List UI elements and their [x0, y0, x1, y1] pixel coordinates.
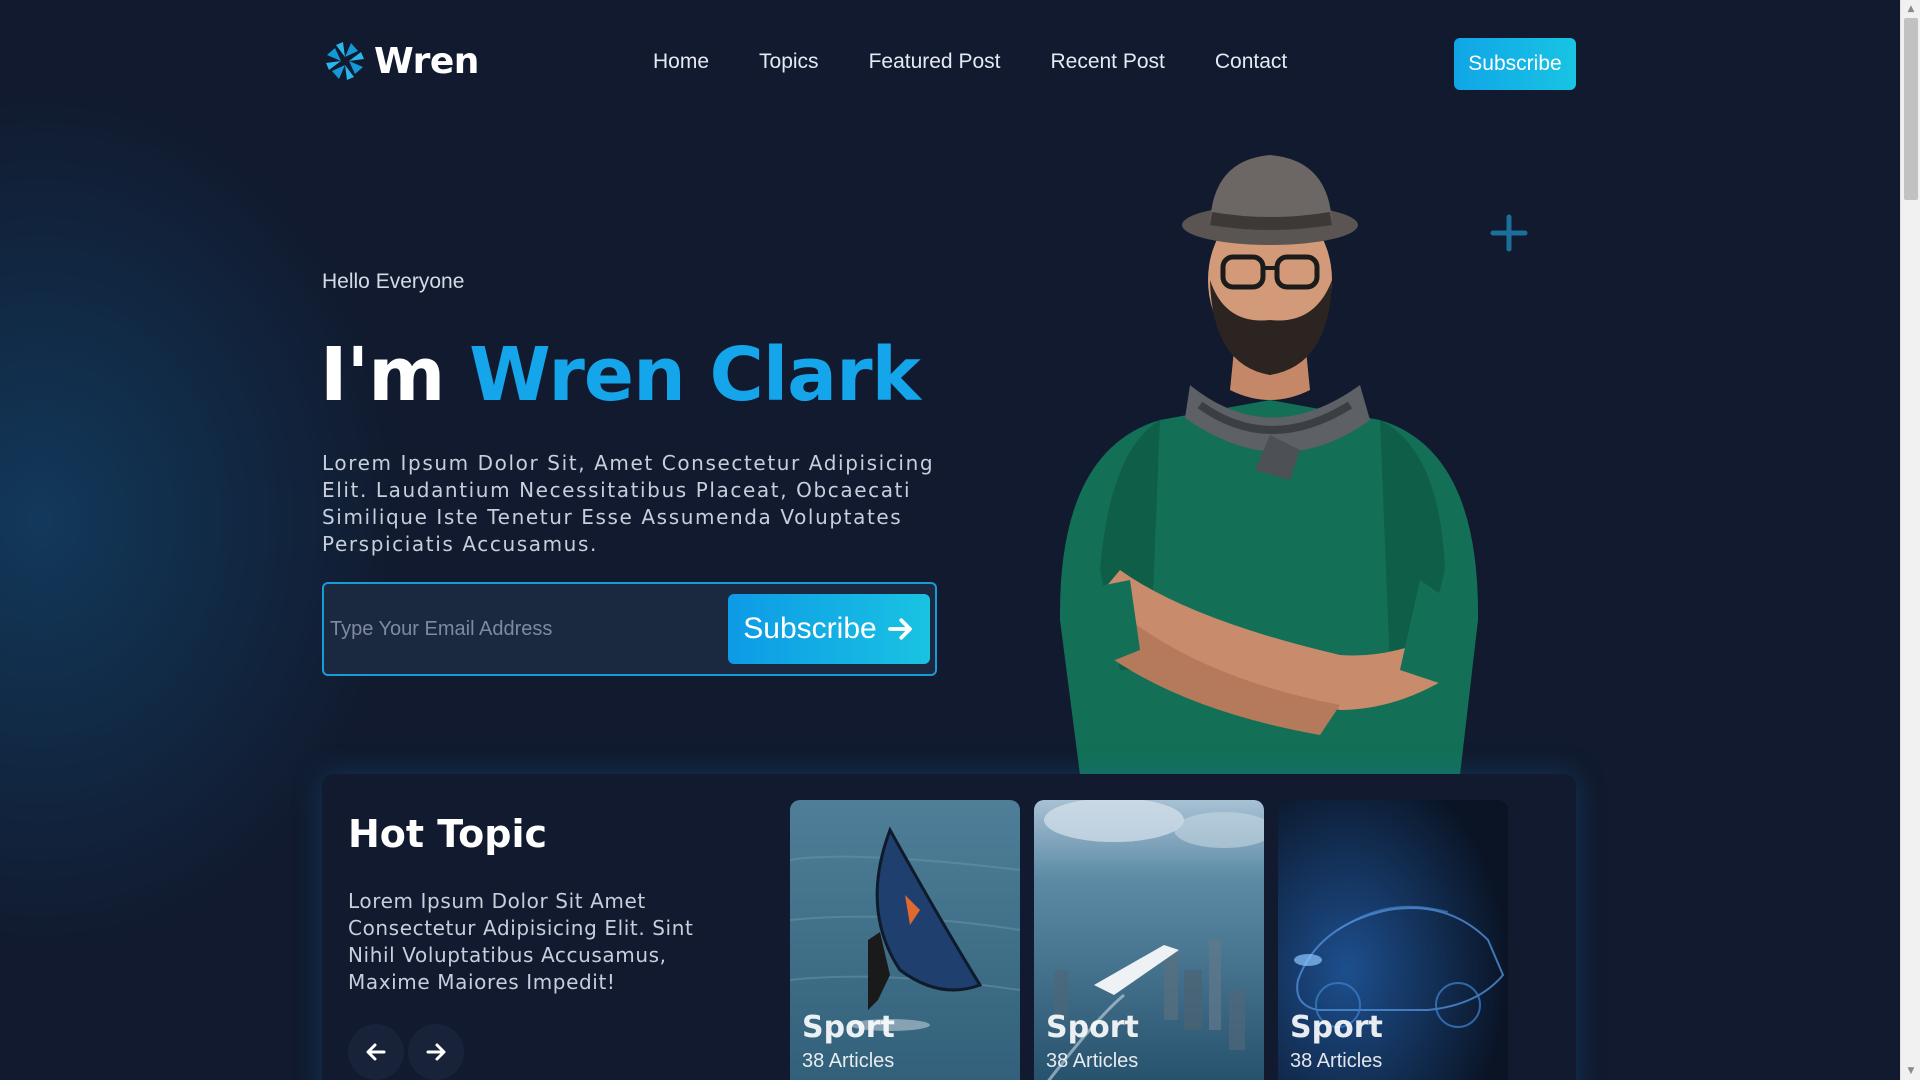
- hero-description: Lorem Ipsum Dolor Sit, Amet Consectetur …: [322, 451, 935, 556]
- nav-recent-post[interactable]: Recent Post: [1050, 50, 1164, 74]
- hot-topic-section: Hot Topic Lorem Ipsum Dolor Sit Amet Con…: [322, 774, 1576, 1080]
- arrow-right-icon: [426, 1043, 446, 1061]
- arrow-left-icon: [366, 1043, 386, 1061]
- topic-card-title: Sport: [802, 1010, 895, 1045]
- hot-topic-title: Hot Topic: [348, 812, 548, 856]
- scroll-down-icon[interactable]: ▼: [1901, 1062, 1920, 1080]
- nav-featured-post[interactable]: Featured Post: [869, 50, 1001, 74]
- hero-portrait-image: [1059, 155, 1479, 775]
- hero-title: I'm Wren Clark: [320, 332, 921, 418]
- brand-logo[interactable]: Wren: [322, 38, 479, 84]
- header-subscribe-button[interactable]: Subscribe: [1454, 38, 1576, 90]
- main-nav: Home Topics Featured Post Recent Post Co…: [653, 50, 1287, 74]
- arrow-right-icon: [887, 618, 912, 640]
- hot-topic-description: Lorem Ipsum Dolor Sit Amet Consectetur A…: [348, 889, 694, 994]
- topic-card[interactable]: Sport 38 Articles: [1034, 800, 1264, 1080]
- page: Wren Home Topics Featured Post Recent Po…: [0, 0, 1900, 1080]
- topic-card-count: 38 Articles: [802, 1050, 895, 1072]
- hero-greeting: Hello Everyone: [322, 270, 465, 293]
- email-subscribe-form: Subscribe: [322, 582, 937, 676]
- topic-card[interactable]: Sport 38 Articles: [1278, 800, 1508, 1080]
- email-input[interactable]: [330, 606, 710, 652]
- topic-card[interactable]: Sport 38 Articles: [790, 800, 1020, 1080]
- scroll-up-icon[interactable]: ▲: [1901, 0, 1920, 18]
- hero-subscribe-button[interactable]: Subscribe: [728, 594, 930, 664]
- nav-topics[interactable]: Topics: [759, 50, 819, 74]
- carousel-next-button[interactable]: [408, 1024, 464, 1080]
- logo-icon: [326, 42, 364, 80]
- nav-contact[interactable]: Contact: [1215, 50, 1287, 74]
- hero-subscribe-label: Subscribe: [743, 612, 877, 645]
- hero-title-prefix: I'm: [320, 332, 445, 418]
- brand-name: Wren: [374, 40, 479, 82]
- scrollbar-thumb[interactable]: [1904, 18, 1918, 200]
- topic-card-count: 38 Articles: [1290, 1050, 1383, 1072]
- topic-card-count: 38 Articles: [1046, 1050, 1139, 1072]
- hero-title-name: Wren Clark: [469, 332, 921, 418]
- topic-card-title: Sport: [1290, 1010, 1383, 1045]
- page-scrollbar[interactable]: ▲ ▼: [1900, 0, 1920, 1080]
- topic-card-title: Sport: [1046, 1010, 1139, 1045]
- nav-home[interactable]: Home: [653, 50, 709, 74]
- carousel-prev-button[interactable]: [348, 1024, 404, 1080]
